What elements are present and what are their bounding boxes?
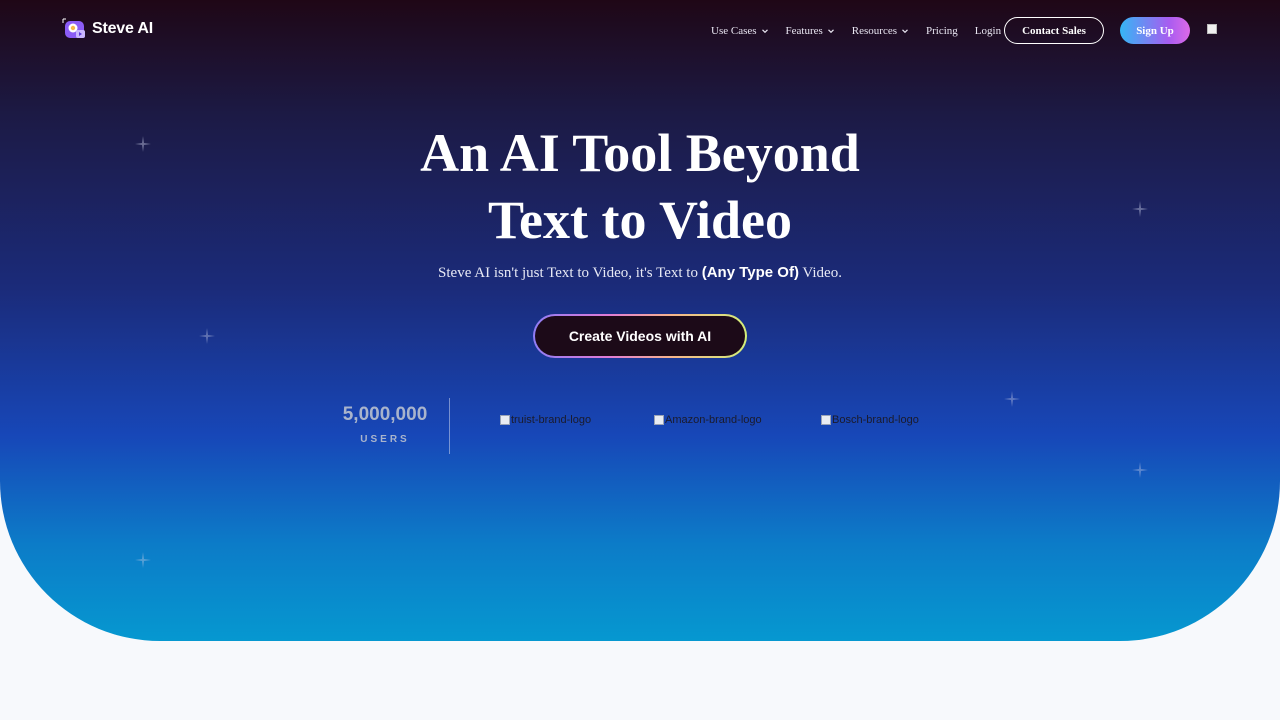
brand-name: Steve AI xyxy=(92,20,153,37)
bosch-logo: Bosch-brand-logo xyxy=(821,414,919,426)
nav-label: Resources xyxy=(851,24,898,37)
brand-logo[interactable]: Steve AI xyxy=(62,17,153,41)
logo-alt-text: Bosch-brand-logo xyxy=(832,414,919,426)
hero-subtitle: Steve AI isn't just Text to Video, it's … xyxy=(0,264,1280,282)
broken-image-icon xyxy=(654,415,664,425)
hero-headline: An AI Tool Beyond Text to Video xyxy=(0,120,1280,254)
truist-logo: truist-brand-logo xyxy=(500,414,591,426)
nav-label: Features xyxy=(785,24,823,37)
nav-login[interactable]: Login xyxy=(975,25,1001,37)
nav-resources[interactable]: Resources xyxy=(852,25,909,37)
users-label: USERS xyxy=(360,434,410,445)
broken-image-icon xyxy=(500,415,510,425)
sparkle-icon xyxy=(1132,462,1148,478)
chevron-down-icon xyxy=(901,27,909,35)
nav-use-cases[interactable]: Use Cases xyxy=(711,25,769,37)
subtitle-text-start: Steve AI isn't just Text to Video, it's … xyxy=(438,265,702,281)
sign-up-button[interactable]: Sign Up xyxy=(1120,17,1190,44)
amazon-logo: Amazon-brand-logo xyxy=(654,414,762,426)
create-videos-button-label: Create Videos with AI xyxy=(535,316,745,356)
broken-image-icon xyxy=(821,415,831,425)
sparkle-icon xyxy=(1004,391,1020,407)
nav-label: Pricing xyxy=(926,24,958,37)
chevron-down-icon xyxy=(761,27,769,35)
nav-label: Use Cases xyxy=(711,24,757,37)
users-count: 5,000,000 xyxy=(342,404,428,425)
subtitle-emphasis: (Any Type Of) xyxy=(701,264,799,281)
nav-pricing[interactable]: Pricing xyxy=(926,25,958,37)
sparkle-icon xyxy=(135,552,151,568)
headline-line-2: Text to Video xyxy=(487,190,792,250)
broken-image-icon xyxy=(1207,24,1217,34)
contact-sales-button[interactable]: Contact Sales xyxy=(1004,17,1104,44)
headline-line-1: An AI Tool Beyond xyxy=(420,123,860,183)
steve-ai-logo-icon xyxy=(62,17,88,41)
subtitle-text-end: Video. xyxy=(798,265,842,281)
nav-features[interactable]: Features xyxy=(786,25,835,37)
users-stat: 5,000,000 USERS xyxy=(330,404,440,445)
chevron-down-icon xyxy=(827,27,835,35)
nav-label: Login xyxy=(974,24,1002,37)
create-videos-button[interactable]: Create Videos with AI xyxy=(533,314,747,358)
sparkle-icon xyxy=(199,328,215,344)
logo-alt-text: truist-brand-logo xyxy=(511,414,592,426)
main-nav: Use Cases Features Resources Pricing Log… xyxy=(711,17,1018,44)
hero-section: Steve AI Use Cases Features Resources Pr… xyxy=(0,0,1280,641)
logo-alt-text: Amazon-brand-logo xyxy=(665,414,762,426)
stats-divider xyxy=(449,398,450,454)
